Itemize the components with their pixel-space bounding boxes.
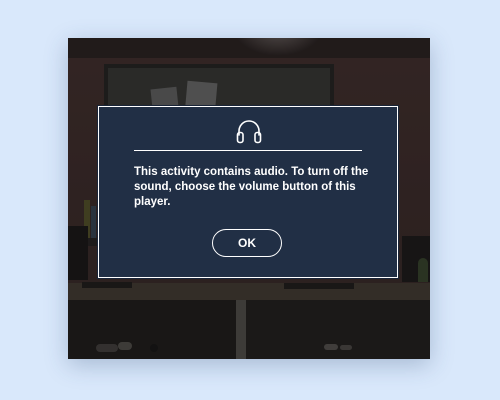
dialog-divider <box>134 150 362 151</box>
audio-notice-dialog: This activity contains audio. To turn of… <box>97 105 399 279</box>
dialog-message: This activity contains audio. To turn of… <box>134 166 369 208</box>
ok-button[interactable]: OK <box>212 229 282 257</box>
page: This activity contains audio. To turn of… <box>0 0 500 400</box>
headphones-icon <box>236 120 262 144</box>
